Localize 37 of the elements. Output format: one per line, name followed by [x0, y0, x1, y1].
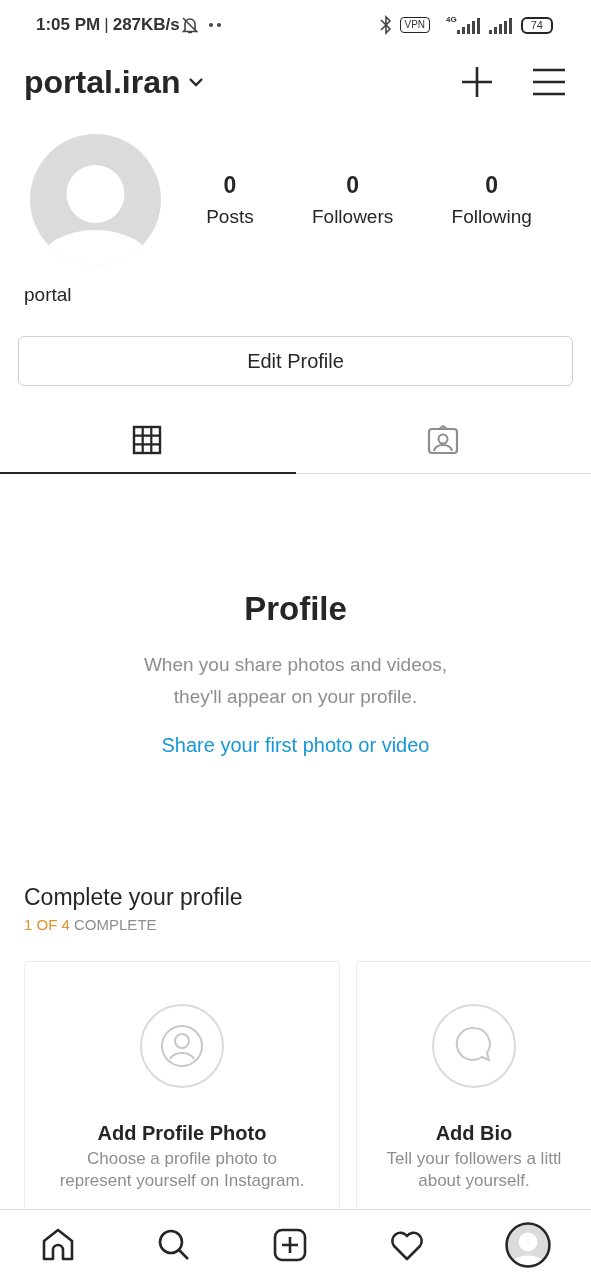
network-speed: 287KB/s [112, 14, 180, 37]
card-description: Choose a profile photo to represent yourself on Instagram. [59, 1147, 305, 1192]
progress-count: 1 OF 4 [24, 916, 70, 934]
signal-icon [488, 16, 513, 35]
stat-count: 0 [485, 171, 499, 201]
plus-icon[interactable] [461, 66, 493, 99]
username-title[interactable]: portal.iran [24, 58, 181, 107]
card-title: Add Bio [435, 1120, 513, 1146]
stat-count: 0 [223, 171, 237, 201]
chevron-down-icon[interactable] [188, 77, 205, 88]
status-time: 1:05 PM [36, 14, 101, 37]
section-title: Complete your profile [24, 882, 244, 912]
vpn-indicator: VPN [399, 17, 431, 34]
display-name: portal [24, 284, 72, 306]
card-title: Add Profile Photo [97, 1120, 267, 1146]
new-post-icon[interactable] [272, 1227, 309, 1264]
more-dots-icon [207, 22, 222, 29]
progress-label: COMPLETE [74, 916, 157, 934]
menu-icon[interactable] [533, 68, 565, 97]
stat-label[interactable]: Posts [206, 202, 254, 232]
battery-indicator: 74 [520, 16, 553, 34]
empty-state-text: When you share photos and videos, they'll appear on your profile. [143, 653, 448, 710]
grid-icon [131, 424, 164, 457]
profile-task-card[interactable]: Add Bio Tell your followers a littl about yourself. [356, 960, 591, 1210]
card-description: Tell your followers a littl about yourself. [386, 1147, 562, 1192]
signal-icon [456, 16, 481, 35]
profile-task-card[interactable]: Add Profile Photo Choose a profile photo to represent yourself on Instagram. [24, 960, 340, 1210]
empty-state-title: Profile [243, 588, 348, 629]
network-type: 4G [446, 14, 457, 26]
bluetooth-icon [379, 15, 392, 36]
stat-label[interactable]: Followers [311, 202, 394, 232]
edit-profile-button[interactable]: Edit Profile [18, 335, 573, 386]
muted-bell-icon [179, 15, 200, 36]
status-separator: | [104, 14, 109, 37]
stat-count: 0 [346, 171, 359, 201]
stat-label[interactable]: Following [451, 202, 532, 232]
person-icon [159, 1022, 205, 1069]
